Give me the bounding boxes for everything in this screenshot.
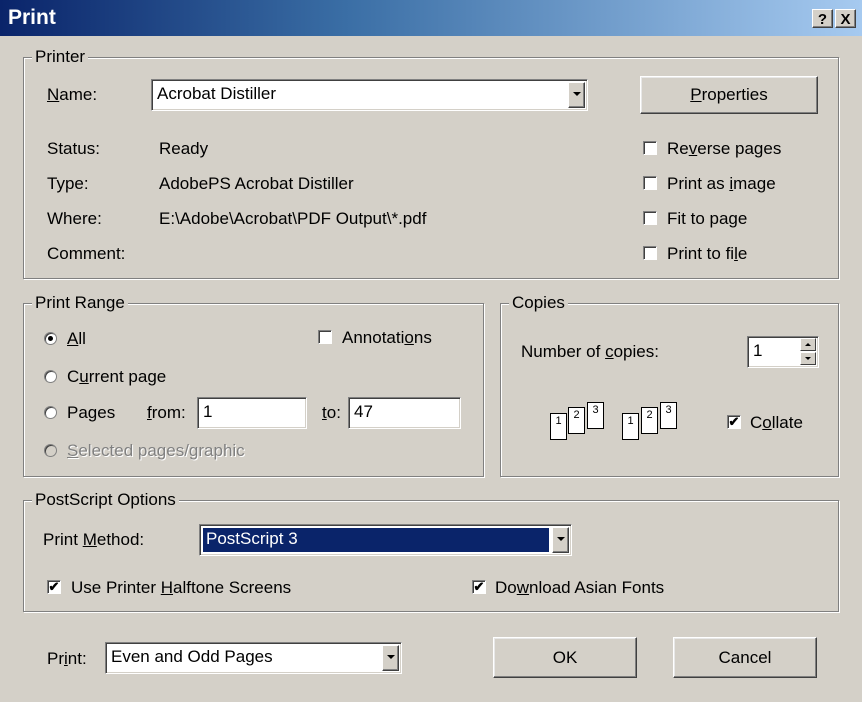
spin-down-icon[interactable]: [800, 352, 816, 365]
print-to-file-checkbox[interactable]: [643, 246, 657, 260]
page-icon: 1: [550, 413, 567, 440]
print-method-combo[interactable]: PostScript 3: [199, 524, 572, 556]
page-icon: 2: [641, 407, 658, 434]
cancel-button[interactable]: Cancel: [673, 637, 817, 678]
ok-button[interactable]: OK: [493, 637, 637, 678]
where-label: Where:: [47, 209, 102, 228]
window-title: Print: [8, 6, 56, 29]
postscript-legend: PostScript Options: [32, 490, 179, 510]
range-selected-label: Selected pages/graphic: [67, 441, 245, 460]
collate-checkbox[interactable]: ✔: [727, 415, 741, 429]
page-icon: 2: [568, 407, 585, 434]
copies-group: Copies: [500, 293, 839, 477]
from-value: 1: [203, 402, 213, 421]
spin-up-icon[interactable]: [800, 338, 816, 351]
copies-value: 1: [753, 341, 763, 360]
to-label: to:: [322, 403, 341, 422]
title-bar: Print ? X: [0, 0, 862, 36]
status-label: Status:: [47, 139, 100, 158]
range-current-label[interactable]: Current page: [67, 367, 166, 387]
reverse-pages-label[interactable]: Reverse pages: [667, 139, 781, 159]
range-selected-radio: [44, 444, 57, 457]
chevron-down-icon[interactable]: [552, 527, 569, 553]
close-button[interactable]: X: [835, 9, 856, 28]
comment-label: Comment:: [47, 244, 126, 263]
close-icon: X: [840, 11, 851, 28]
print-pages-combo[interactable]: Even and Odd Pages: [105, 642, 402, 674]
print-to-file-label[interactable]: Print to file: [667, 244, 747, 264]
page-icon: 3: [660, 402, 677, 429]
print-range-legend: Print Range: [32, 293, 128, 313]
range-pages-radio[interactable]: [44, 406, 57, 419]
print-method-label: Print Method:: [43, 530, 145, 549]
reverse-pages-checkbox[interactable]: [643, 141, 657, 155]
status-value: Ready: [159, 139, 209, 158]
print-dialog: Print ? X Printer Name: Acrobat Distille…: [0, 0, 862, 702]
where-value: E:\Adobe\Acrobat\PDF Output\*.pdf: [159, 209, 427, 228]
fit-to-page-checkbox[interactable]: [643, 211, 657, 225]
halftone-label[interactable]: Use Printer Halftone Screens: [71, 578, 291, 598]
fit-to-page-label[interactable]: Fit to page: [667, 209, 747, 229]
collate-label[interactable]: Collate: [750, 413, 803, 433]
print-as-image-label[interactable]: Print as image: [667, 174, 776, 194]
range-pages-label[interactable]: Pages: [67, 403, 115, 423]
annotations-checkbox[interactable]: [318, 330, 332, 344]
type-value: AdobePS Acrobat Distiller: [159, 174, 354, 193]
page-icon: 1: [622, 413, 639, 440]
range-current-radio[interactable]: [44, 370, 57, 383]
name-label: Name:: [47, 85, 98, 104]
from-field[interactable]: 1: [197, 397, 307, 429]
annotations-label[interactable]: Annotations: [342, 328, 432, 348]
type-label: Type:: [47, 174, 89, 193]
printer-name-value: Acrobat Distiller: [157, 84, 277, 103]
chevron-down-icon[interactable]: [568, 82, 585, 108]
page-icon: 3: [587, 402, 604, 429]
copies-legend: Copies: [509, 293, 568, 313]
to-value: 47: [354, 402, 373, 421]
range-all-label[interactable]: All: [67, 329, 86, 349]
asian-fonts-checkbox[interactable]: ✔: [472, 580, 486, 594]
help-button[interactable]: ?: [812, 9, 833, 28]
printer-legend: Printer: [32, 47, 89, 67]
help-icon: ?: [817, 11, 828, 28]
asian-fonts-label[interactable]: Download Asian Fonts: [495, 578, 664, 598]
range-all-radio[interactable]: [44, 332, 57, 345]
printer-name-combo[interactable]: Acrobat Distiller: [151, 79, 588, 111]
number-of-copies-label: Number of copies:: [521, 342, 659, 361]
print-label: Print:: [47, 649, 87, 668]
print-pages-value: Even and Odd Pages: [111, 647, 273, 666]
print-as-image-checkbox[interactable]: [643, 176, 657, 190]
chevron-down-icon[interactable]: [382, 645, 399, 671]
from-label: from:: [147, 403, 186, 422]
to-field[interactable]: 47: [348, 397, 461, 429]
halftone-checkbox[interactable]: ✔: [47, 580, 61, 594]
print-method-value: PostScript 3: [203, 528, 549, 552]
properties-button[interactable]: Properties: [640, 76, 818, 114]
